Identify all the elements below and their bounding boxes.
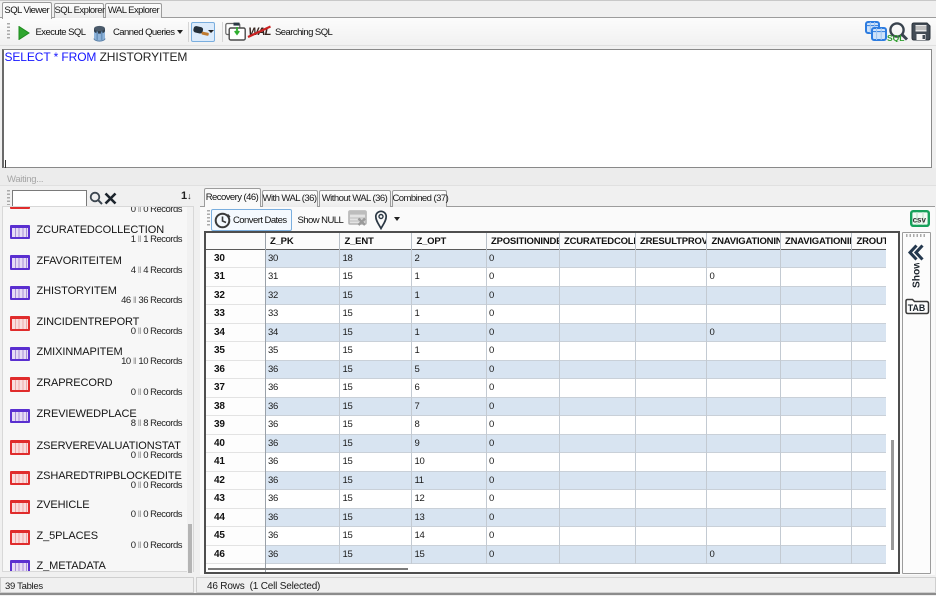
svg-text:Show: Show xyxy=(912,263,923,288)
svg-text:SQL: SQL xyxy=(887,33,904,42)
svg-text:TAB: TAB xyxy=(908,302,925,312)
svg-text:csv: csv xyxy=(912,215,926,224)
